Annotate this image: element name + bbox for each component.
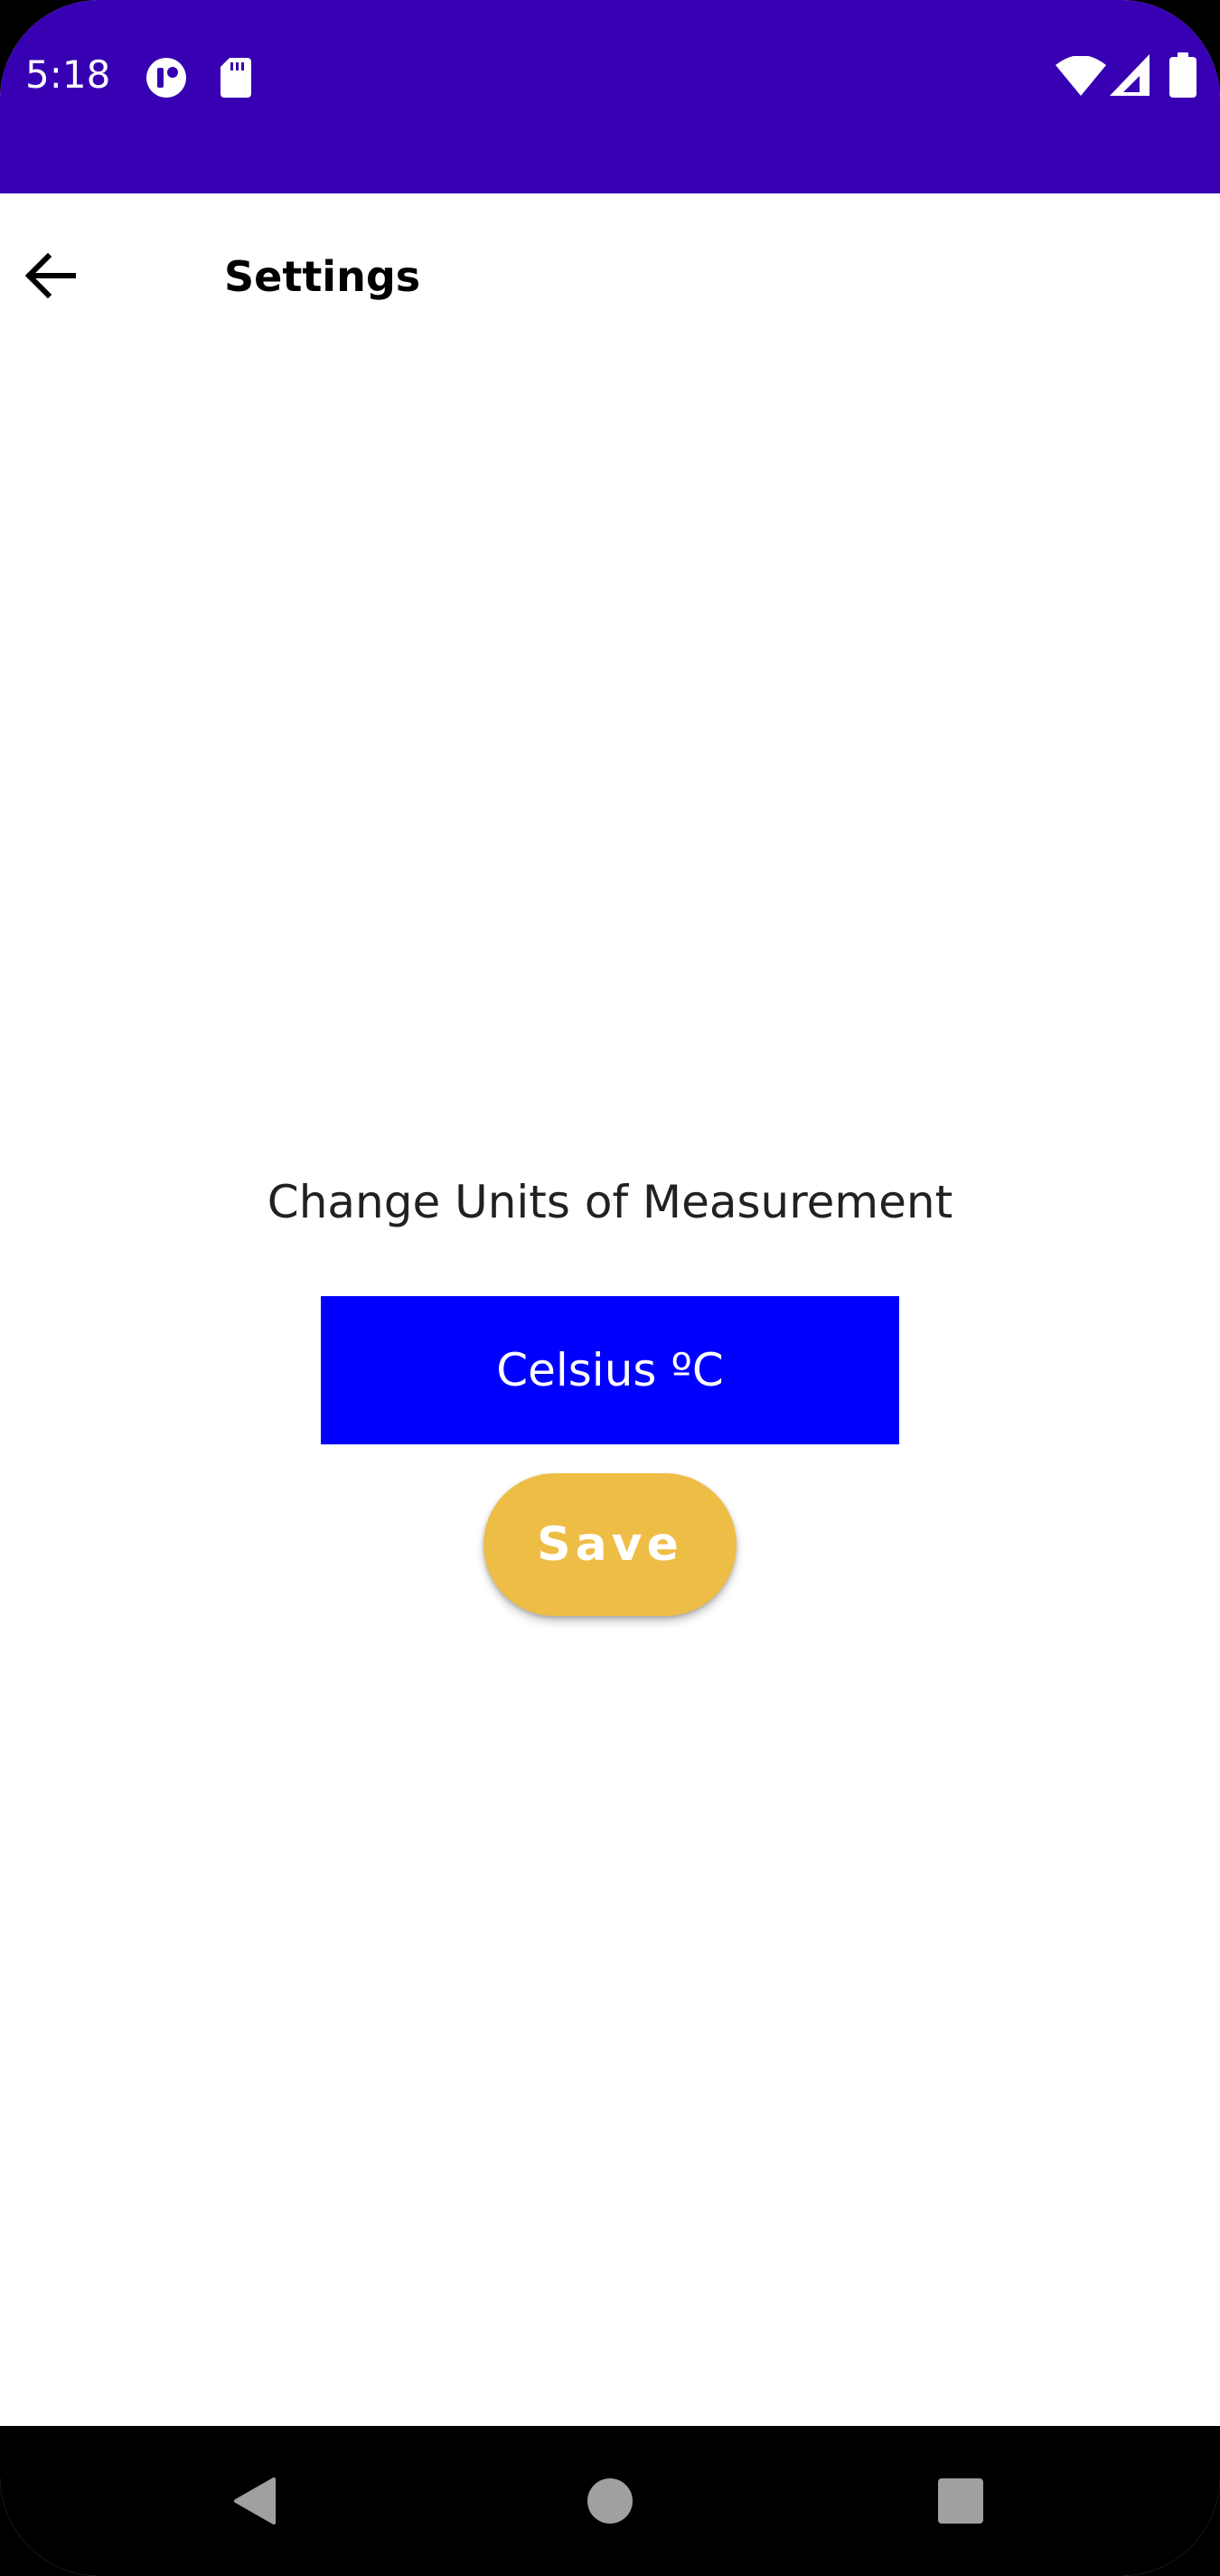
status-time: 5:18 [25, 52, 111, 97]
arrow-back-icon [24, 252, 76, 299]
nav-back-button[interactable] [217, 2462, 295, 2540]
navigation-bar [0, 2426, 1220, 2576]
nav-recents-button[interactable] [922, 2462, 999, 2540]
nav-home-button[interactable] [571, 2462, 649, 2540]
unit-selector-button[interactable]: Celsius ºC [321, 1296, 899, 1444]
page-title: Settings [224, 252, 421, 301]
nav-back-icon [234, 2477, 276, 2524]
battery-icon [1169, 52, 1197, 98]
save-button-label: Save [537, 1518, 683, 1572]
app-screen: 5:18 Settings Change Units of Measuremen… [0, 0, 1220, 2576]
nav-home-icon [587, 2478, 633, 2524]
status-bar: 5:18 [0, 0, 1220, 193]
units-label: Change Units of Measurement [267, 1176, 953, 1228]
unit-selector-value: Celsius ºC [496, 1344, 724, 1396]
sd-card-icon [221, 58, 251, 98]
nav-recents-icon [938, 2478, 983, 2524]
wifi-icon [1056, 56, 1106, 96]
save-button[interactable]: Save [483, 1473, 737, 1616]
back-button[interactable] [11, 237, 89, 315]
toolbar: Settings [0, 193, 1220, 371]
cell-signal-icon [1110, 54, 1150, 96]
app-notification-icon [146, 58, 186, 98]
